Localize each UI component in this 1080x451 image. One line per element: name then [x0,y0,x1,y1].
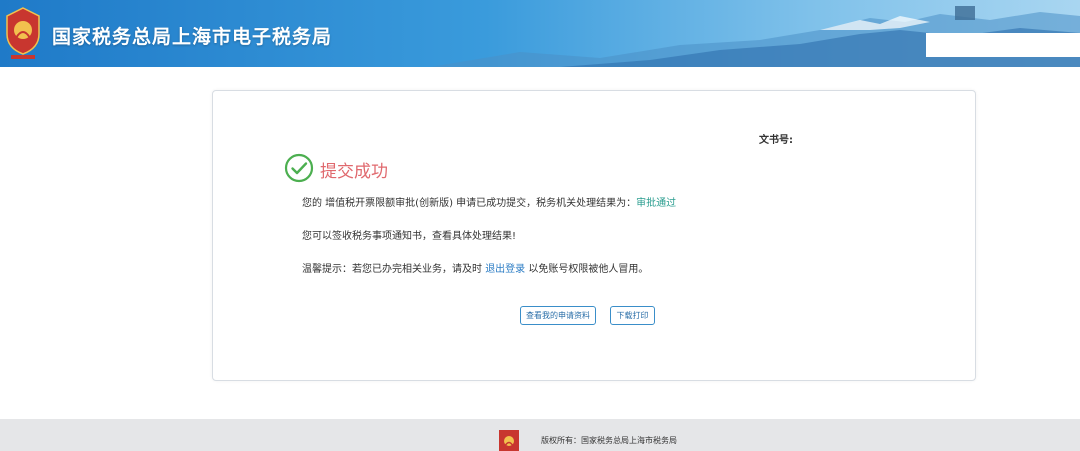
success-title: 提交成功 [320,162,388,182]
approval-result-link[interactable]: 审批通过 [636,198,676,209]
notice-message: 您可以签收税务事项通知书，查看具体处理结果! [302,231,517,242]
logout-link[interactable]: 退出登录 [485,264,525,275]
copyright-text: 版权所有：国家税务总局上海市税务局 [541,436,677,445]
tip-prefix-text: 温馨提示：若您已办完相关业务，请及时 [302,264,486,275]
result-card: 文书号: 提交成功 您的 增值税开票限额审批(创新版) 申请已成功提交，税务机关… [212,90,976,381]
result-message-text: 您的 增值税开票限额审批(创新版) 申请已成功提交，税务机关处理结果为： [302,198,637,209]
view-application-button[interactable]: 查看我的申请资料 [520,306,596,325]
footer-emblem-icon [499,430,519,451]
warm-tip-message: 温馨提示：若您已办完相关业务，请及时 退出登录 以免账号权限被他人冒用。 [302,260,648,275]
user-info-box[interactable] [926,33,1080,57]
download-print-button[interactable]: 下载打印 [610,306,655,325]
tax-emblem-icon [6,7,40,59]
success-check-icon [284,153,314,183]
doc-number-label: 文书号: [759,135,793,146]
submit-result-message: 您的 增值税开票限额审批(创新版) 申请已成功提交，税务机关处理结果为：审批通过 [302,194,676,209]
tip-suffix-text: 以免账号权限被他人冒用。 [525,264,649,275]
footer: 版权所有：国家税务总局上海市税务局 [0,419,1080,451]
site-title: 国家税务总局上海市电子税务局 [52,26,333,48]
header-banner: 国家税务总局上海市电子税务局 [0,0,1080,67]
